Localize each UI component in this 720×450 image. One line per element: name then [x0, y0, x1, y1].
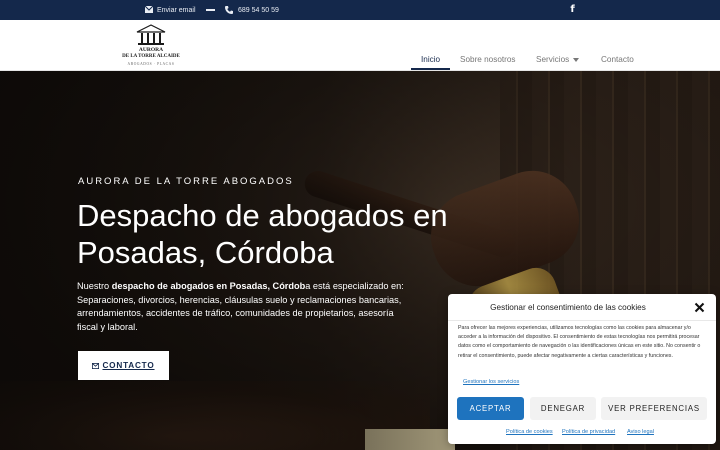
cookie-consent-dialog: Gestionar el consentimiento de las cooki…: [448, 294, 716, 444]
logo-text-line2: DE LA TORRE ALCAIDE: [122, 54, 180, 59]
envelope-icon: [145, 6, 153, 13]
nav-item-inicio[interactable]: Inicio: [421, 55, 440, 64]
privacy-policy-link[interactable]: Política de privacidad: [562, 429, 615, 435]
logo-text-line1: AURORA: [138, 47, 164, 53]
logo-building-icon: [136, 24, 166, 45]
site-header: AURORA DE LA TORRE ALCAIDE ABOGADOS · PL…: [0, 20, 720, 71]
top-contact-bar: Enviar email 689 54 50 59 f: [0, 0, 720, 20]
nav-active-indicator: [411, 68, 450, 70]
intro-prefix: Nuestro: [77, 281, 112, 291]
separator: [206, 9, 215, 11]
view-preferences-button[interactable]: VER PREFERENCIAS: [601, 397, 707, 420]
intro-bold: despacho de abogados en Posadas, Córdob: [111, 281, 306, 291]
envelope-icon: [92, 362, 100, 369]
contact-button[interactable]: CONTACTO: [78, 351, 169, 380]
phone-icon: [225, 6, 233, 14]
chevron-down-icon[interactable]: [573, 58, 579, 62]
phone-link[interactable]: 689 54 50 59: [238, 0, 279, 20]
cookie-dialog-title: Gestionar el consentimiento de las cooki…: [490, 303, 646, 312]
logo-text-line3: ABOGADOS · PLACAS: [127, 62, 175, 66]
facebook-icon[interactable]: f: [569, 4, 576, 15]
close-icon[interactable]: [694, 302, 705, 313]
hero-intro: Nuestro despacho de abogados en Posadas,…: [77, 280, 417, 334]
contact-button-label: CONTACTO: [102, 361, 155, 370]
nav-item-sobre-nosotros[interactable]: Sobre nosotros: [460, 55, 516, 64]
nav-item-servicios[interactable]: Servicios: [536, 55, 569, 64]
nav-item-contacto[interactable]: Contacto: [601, 55, 634, 64]
deny-button[interactable]: DENEGAR: [530, 397, 596, 420]
email-link[interactable]: Enviar email: [157, 0, 196, 20]
cookie-dialog-divider: [448, 320, 716, 321]
hero-headline: Despacho de abogados en Posadas, Córdoba: [77, 198, 448, 270]
manage-services-link[interactable]: Gestionar los servicios: [463, 379, 519, 385]
accept-button[interactable]: ACEPTAR: [457, 397, 524, 420]
logo[interactable]: AURORA DE LA TORRE ALCAIDE ABOGADOS · PL…: [120, 24, 182, 68]
hero-eyebrow: AURORA DE LA TORRE ABOGADOS: [78, 176, 294, 187]
cookie-policy-link[interactable]: Política de cookies: [506, 429, 553, 435]
cookie-dialog-body: Para ofrecer las mejores experiencias, u…: [458, 325, 701, 359]
legal-notice-link[interactable]: Aviso legal: [627, 429, 654, 435]
